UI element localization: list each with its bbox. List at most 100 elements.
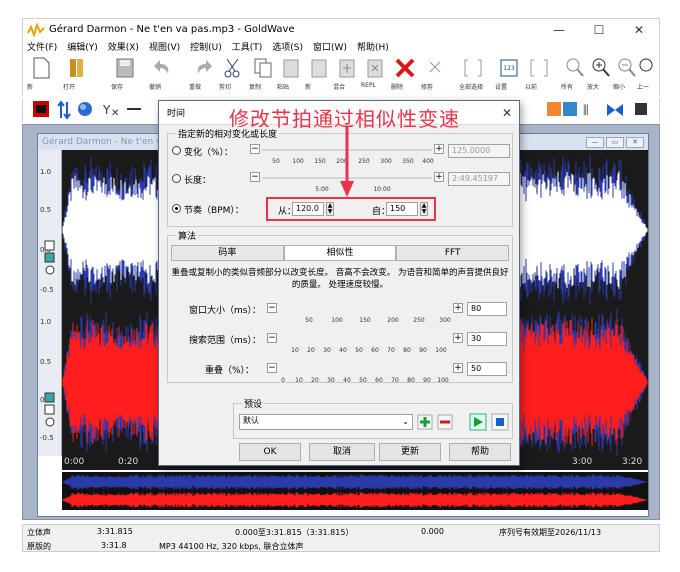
menu-tools[interactable]: 工具(T) (232, 40, 263, 54)
cut-button[interactable]: 剪切 (219, 56, 247, 94)
menu-bar: 文件(F) 编辑(Y) 效果(X) 视图(V) 控制(U) 工具(T) 选项(S… (22, 40, 660, 54)
doc-close-button[interactable]: ✕ (626, 136, 644, 148)
scissors-icon (224, 58, 240, 78)
annotation-arrow-icon (340, 127, 354, 197)
add-preset-icon[interactable] (417, 414, 433, 430)
doc-minimize-button[interactable]: — (586, 136, 604, 148)
window-ticks: 50 100 150 200 250 300 (305, 317, 451, 324)
menu-edit[interactable]: 编辑(Y) (67, 40, 98, 54)
replace-button[interactable]: REPL (361, 56, 389, 94)
maximize-button[interactable]: ☐ (579, 23, 619, 37)
main-toolbar: 新 打开 保存 撤销 重做 剪切 复制 粘贴 新 混合 REPL 删除 修剪 全… (22, 54, 660, 96)
length-field[interactable]: 2:49.45197 (448, 172, 510, 186)
length-increase-button[interactable]: + (434, 172, 444, 182)
trim-button[interactable]: 修剪 (421, 56, 449, 94)
cancel-button[interactable]: 取消 (309, 443, 375, 461)
tab-fft[interactable]: FFT (396, 245, 510, 261)
open-button[interactable]: 打开 (63, 56, 91, 94)
left-channel-toggle-icon[interactable] (44, 240, 56, 280)
mix-plus-icon (339, 59, 355, 78)
stop-preview-icon[interactable] (491, 413, 509, 431)
total-length: 3:31.815 (97, 527, 133, 536)
overlap-decrease-button[interactable]: − (267, 363, 277, 373)
change-percent-radio[interactable] (172, 146, 181, 155)
update-button[interactable]: 更新 (379, 443, 441, 461)
paste-button[interactable]: 粘贴 (277, 56, 305, 94)
undo-button[interactable]: 撤销 (149, 56, 177, 94)
zoom-in-icon (592, 58, 610, 77)
menu-options[interactable]: 选项(S) (272, 40, 303, 54)
ok-button[interactable]: OK (239, 443, 301, 461)
zoom-in-button[interactable]: 放大 (587, 56, 615, 94)
license-status: 序列号有效期至2026/11/13 (499, 528, 602, 537)
algorithm-description: 重叠或复制小的类似音频部分以改变长度。 音高不会改变。 为语音和简单的声音提供良… (171, 268, 509, 290)
paste-icon (283, 59, 299, 78)
search-range-field[interactable]: 30 (467, 332, 507, 346)
menu-effects[interactable]: 效果(X) (108, 40, 139, 54)
mix-button[interactable]: 混合 (333, 56, 361, 94)
menu-help[interactable]: 帮助(H) (357, 40, 389, 54)
menu-view[interactable]: 视图(V) (149, 40, 180, 54)
copy-button[interactable]: 复制 (249, 56, 277, 94)
select-all-icon (464, 59, 482, 77)
overlap-field[interactable]: 50 (467, 362, 507, 376)
zoom-prev-icon (639, 58, 653, 72)
dialog-close-button[interactable]: ✕ (495, 106, 519, 120)
overlap-increase-button[interactable]: + (453, 363, 463, 373)
svg-text:123: 123 (503, 65, 515, 72)
length-decrease-button[interactable]: − (250, 172, 260, 182)
settings-button[interactable]: 123 设置 (495, 56, 523, 94)
save-button[interactable]: 保存 (111, 56, 139, 94)
overview-waveform[interactable] (62, 472, 648, 510)
remove-preset-icon[interactable] (437, 414, 453, 430)
trim-icon (429, 61, 441, 73)
window-size-slider[interactable] (279, 303, 451, 315)
close-button[interactable]: ✕ (619, 23, 659, 37)
menu-window[interactable]: 窗口(W) (313, 40, 347, 54)
paste-new-icon (311, 59, 327, 78)
search-range-slider[interactable] (279, 333, 451, 345)
window-decrease-button[interactable]: − (267, 303, 277, 313)
delete-x-icon (395, 58, 415, 78)
tempo-radio[interactable] (172, 204, 181, 213)
svg-text:⫼: ⫼ (583, 103, 589, 117)
previous-button[interactable]: 以前 (525, 56, 553, 94)
cursor-position: 0.000 (421, 527, 444, 536)
select-all-button[interactable]: 全部选择 (459, 56, 487, 94)
change-increase-button[interactable]: + (434, 144, 444, 154)
change-percent-field[interactable]: 125.0000 (448, 144, 510, 158)
minimize-button[interactable]: — (539, 23, 579, 37)
zoom-all-button[interactable]: 所有 (561, 56, 589, 94)
previous-zoom-button[interactable]: 上一 (637, 56, 659, 94)
tab-similarity[interactable]: 相似性 (283, 245, 397, 261)
zoom-out-icon (618, 58, 636, 77)
window-size-field[interactable]: 80 (467, 302, 507, 316)
search-ticks: 10 20 30 40 50 60 70 80 90 100 (291, 347, 447, 354)
doc-maximize-button[interactable]: ▭ (606, 136, 624, 148)
right-channel-toggle-icon[interactable] (44, 392, 56, 432)
tab-bitrate[interactable]: 码率 (171, 245, 284, 261)
change-decrease-button[interactable]: − (250, 144, 260, 154)
svg-text:Y: Y (102, 103, 111, 117)
menu-file[interactable]: 文件(F) (27, 40, 57, 54)
help-button[interactable]: 帮助 (449, 443, 511, 461)
search-increase-button[interactable]: + (453, 333, 463, 343)
search-decrease-button[interactable]: − (267, 333, 277, 343)
window-increase-button[interactable]: + (453, 303, 463, 313)
status-bar: 立体声 3:31.815 0.000至3:31.815（3:31.815） 0.… (22, 524, 660, 552)
delete-button[interactable]: 删除 (391, 56, 419, 94)
overlap-slider[interactable] (279, 363, 451, 375)
new-file-icon (33, 57, 50, 79)
redo-button[interactable]: 重做 (189, 56, 217, 94)
dialog-title: 时间 (167, 109, 186, 119)
paste-new-button[interactable]: 新 (305, 56, 333, 94)
length-radio[interactable] (172, 174, 181, 183)
previous-icon (530, 59, 548, 77)
menu-control[interactable]: 控制(U) (190, 40, 222, 54)
change-percent-label: 变化（%）： (184, 148, 234, 158)
play-preview-icon[interactable] (469, 413, 487, 431)
redo-icon (197, 60, 212, 74)
preset-value: 默认 (243, 416, 259, 425)
new-button[interactable]: 新 (27, 56, 55, 94)
preset-dropdown[interactable]: 默认 ⌄ (239, 414, 413, 430)
